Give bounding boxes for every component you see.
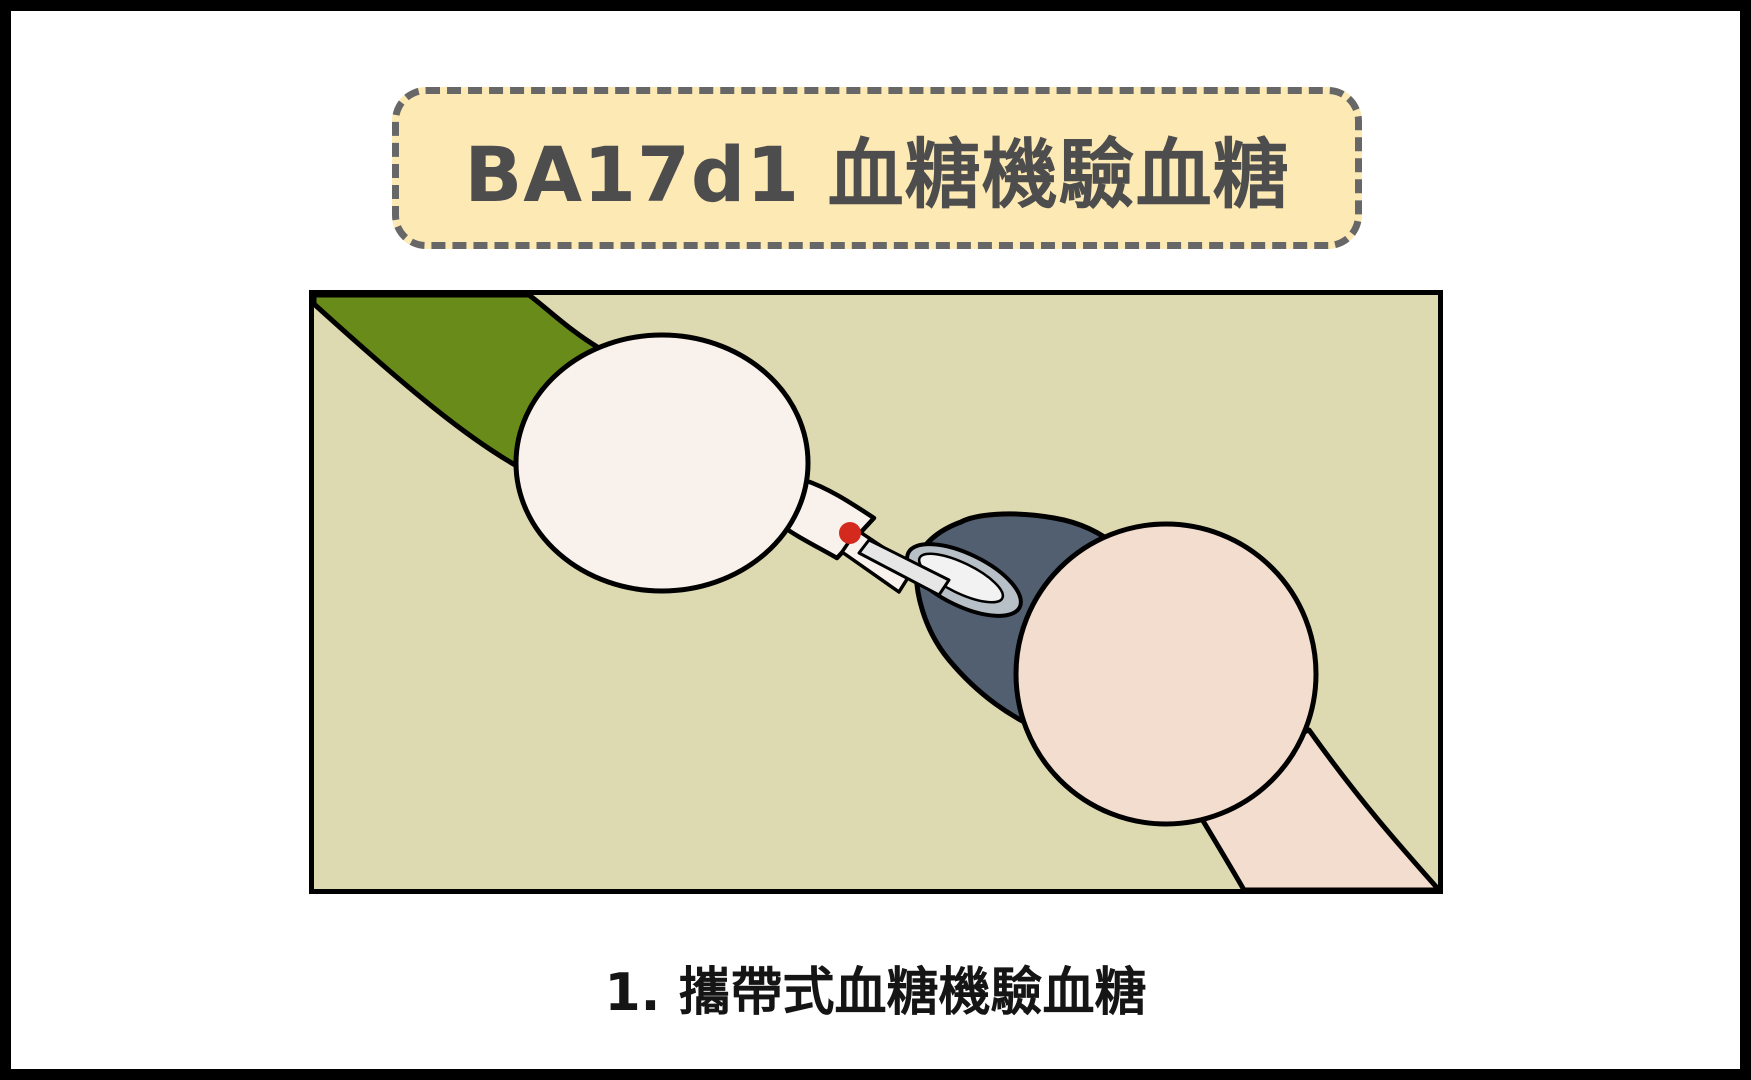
blood-drop-icon (839, 522, 861, 544)
step-caption: 1. 攜帶式血糖機驗血糖 (604, 963, 1147, 1023)
glucose-test-illustration (309, 290, 1443, 894)
title-banner: BA17d1 血糖機驗血糖 (392, 87, 1362, 249)
hand-holding-device-icon (1013, 521, 1319, 827)
page-title: BA17d1 血糖機驗血糖 (464, 130, 1290, 219)
finger-hand-icon (513, 332, 811, 594)
